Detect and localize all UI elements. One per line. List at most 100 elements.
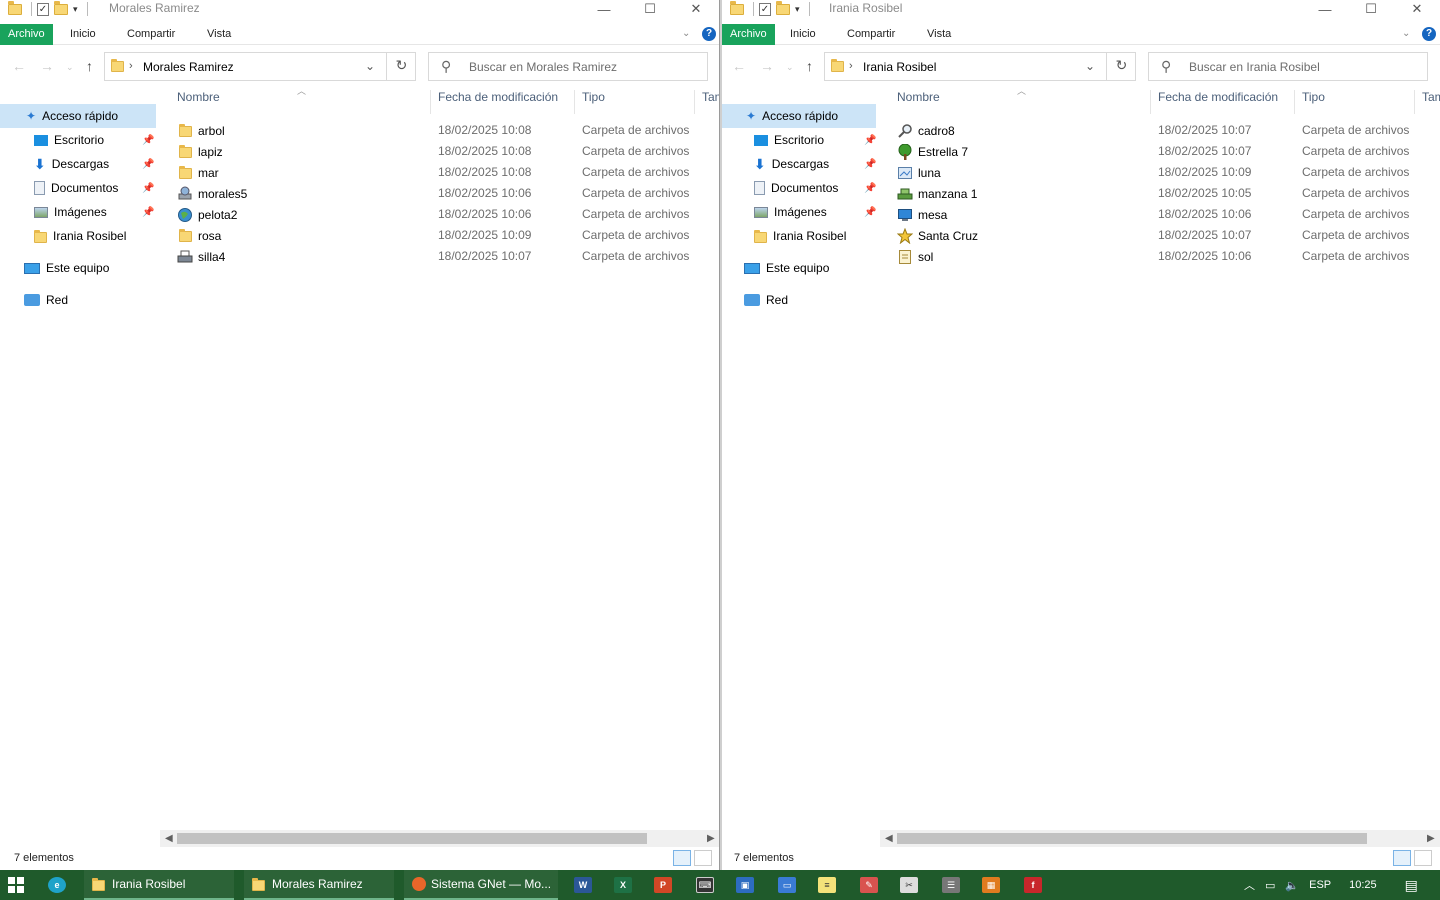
column-header-type[interactable]: Tipo	[1302, 90, 1325, 112]
scrollbar-thumb[interactable]	[897, 833, 1367, 844]
customize-toolbar-icon[interactable]: ▾	[795, 4, 800, 15]
column-header-size[interactable]: Tam	[1422, 90, 1440, 112]
app-button[interactable]: ✂	[900, 870, 918, 900]
forward-button[interactable]: →	[40, 58, 54, 74]
column-header-date[interactable]: Fecha de modificación	[1158, 90, 1278, 112]
nav-item-quick-access[interactable]: ✦ Acceso rápido	[0, 104, 156, 128]
nav-item-downloads[interactable]: ⬇ Descargas 📌	[0, 152, 156, 176]
app-button[interactable]: ▭	[778, 870, 796, 900]
nav-item-irania-rosibel[interactable]: Irania Rosibel	[0, 224, 156, 248]
file-row[interactable]: morales5	[177, 183, 247, 204]
network-status-icon[interactable]: ▭	[1265, 879, 1275, 892]
file-row[interactable]: Santa Cruz	[897, 225, 978, 246]
file-row[interactable]: manzana 1	[897, 183, 977, 204]
nav-item-quick-access[interactable]: ✦ Acceso rápido	[722, 104, 876, 128]
address-path[interactable]: Irania Rosibel	[863, 60, 936, 74]
refresh-button[interactable]: ↻	[1106, 52, 1136, 81]
title-bar[interactable]: ✓ ▾ Irania Rosibel — ☐ ✕	[722, 0, 1440, 22]
search-box[interactable]: ⚲ Buscar en Morales Ramirez	[428, 52, 708, 81]
tab-inicio[interactable]: Inicio	[70, 24, 96, 45]
pin-icon[interactable]: 📌	[864, 135, 876, 146]
expand-ribbon-icon[interactable]: ⌄	[1402, 28, 1410, 39]
column-header-date[interactable]: Fecha de modificación	[438, 90, 558, 112]
tab-inicio[interactable]: Inicio	[790, 24, 816, 45]
expand-ribbon-icon[interactable]: ⌄	[682, 28, 690, 39]
notifications-icon[interactable]: ▤	[1405, 877, 1418, 894]
search-box[interactable]: ⚲ Buscar en Irania Rosibel	[1148, 52, 1428, 81]
app-button[interactable]: ☰	[942, 870, 960, 900]
file-row[interactable]: cadro8	[897, 120, 955, 141]
excel-button[interactable]: X	[614, 870, 632, 900]
address-bar[interactable]: › Irania Rosibel ⌄ ↻	[824, 52, 1136, 81]
app-button[interactable]: ≡	[818, 870, 836, 900]
maximize-button[interactable]: ☐	[627, 0, 673, 18]
help-icon[interactable]: ?	[1422, 27, 1436, 41]
scrollbar-thumb[interactable]	[177, 833, 647, 844]
scroll-left-icon[interactable]: ◀	[165, 830, 173, 847]
tab-compartir[interactable]: Compartir	[127, 24, 175, 45]
powerpoint-button[interactable]: P	[654, 870, 672, 900]
scroll-right-icon[interactable]: ▶	[1427, 830, 1435, 847]
properties-icon[interactable]: ✓	[759, 2, 771, 16]
tab-vista[interactable]: Vista	[207, 24, 231, 45]
app-button[interactable]: ▦	[982, 870, 1000, 900]
pin-icon[interactable]: 📌	[864, 207, 876, 218]
details-view-icon[interactable]	[1393, 850, 1411, 866]
up-button[interactable]: ↑	[806, 58, 813, 74]
file-row[interactable]: lapiz	[177, 141, 223, 162]
edge-browser-button[interactable]: e	[48, 870, 70, 900]
nav-item-network[interactable]: Red	[722, 288, 876, 312]
pin-icon[interactable]: 📌	[864, 159, 876, 170]
start-button[interactable]	[8, 870, 30, 900]
pin-icon[interactable]: 📌	[142, 159, 154, 170]
pin-icon[interactable]: 📌	[142, 207, 154, 218]
close-button[interactable]: ✕	[1394, 0, 1440, 18]
up-button[interactable]: ↑	[86, 58, 93, 74]
address-bar[interactable]: › Morales Ramirez ⌄ ↻	[104, 52, 416, 81]
refresh-button[interactable]: ↻	[386, 52, 416, 81]
back-button[interactable]: ←	[732, 58, 746, 74]
file-row[interactable]: silla4	[177, 246, 225, 267]
column-header-name[interactable]: Nombre	[897, 90, 940, 112]
app-button[interactable]: ▣	[736, 870, 754, 900]
tab-compartir[interactable]: Compartir	[847, 24, 895, 45]
scroll-left-icon[interactable]: ◀	[885, 830, 893, 847]
recent-locations-icon[interactable]: ⌄	[66, 62, 74, 73]
column-header-size[interactable]: Tam	[702, 90, 719, 112]
nav-item-network[interactable]: Red	[0, 288, 156, 312]
minimize-button[interactable]: —	[1302, 0, 1348, 18]
app-button[interactable]: ⌨	[696, 870, 714, 900]
file-row[interactable]: mar	[177, 162, 219, 183]
back-button[interactable]: ←	[12, 58, 26, 74]
nav-item-images[interactable]: Imágenes 📌	[0, 200, 156, 224]
column-header-type[interactable]: Tipo	[582, 90, 605, 112]
large-icons-view-icon[interactable]	[694, 850, 712, 866]
word-button[interactable]: W	[574, 870, 592, 900]
nav-item-documents[interactable]: Documentos 📌	[0, 176, 156, 200]
file-row[interactable]: arbol	[177, 120, 225, 141]
close-button[interactable]: ✕	[673, 0, 719, 18]
app-button[interactable]: f	[1024, 870, 1042, 900]
file-row[interactable]: rosa	[177, 225, 221, 246]
tab-archivo[interactable]: Archivo	[722, 24, 775, 45]
pin-icon[interactable]: 📌	[142, 135, 154, 146]
volume-icon[interactable]: 🔈	[1285, 879, 1299, 892]
tab-archivo[interactable]: Archivo	[0, 24, 53, 45]
new-folder-icon[interactable]	[776, 0, 790, 15]
horizontal-scrollbar[interactable]: ◀ ▶	[160, 830, 719, 847]
nav-item-downloads[interactable]: ⬇ Descargas 📌	[722, 152, 876, 176]
minimize-button[interactable]: —	[581, 0, 627, 18]
input-language[interactable]: ESP	[1309, 879, 1331, 891]
file-row[interactable]: Estrella 7	[897, 141, 968, 162]
column-header-name[interactable]: Nombre	[177, 90, 220, 112]
app-button[interactable]: ✎	[860, 870, 878, 900]
customize-toolbar-icon[interactable]: ▾	[73, 4, 78, 15]
file-row[interactable]: sol	[897, 246, 933, 267]
taskbar-item-irania-rosibel[interactable]: Irania Rosibel	[84, 870, 234, 900]
properties-icon[interactable]: ✓	[37, 2, 49, 16]
nav-item-images[interactable]: Imágenes 📌	[722, 200, 876, 224]
clock[interactable]: 10:25	[1349, 879, 1377, 891]
details-view-icon[interactable]	[673, 850, 691, 866]
help-icon[interactable]: ?	[702, 27, 716, 41]
scroll-right-icon[interactable]: ▶	[707, 830, 715, 847]
